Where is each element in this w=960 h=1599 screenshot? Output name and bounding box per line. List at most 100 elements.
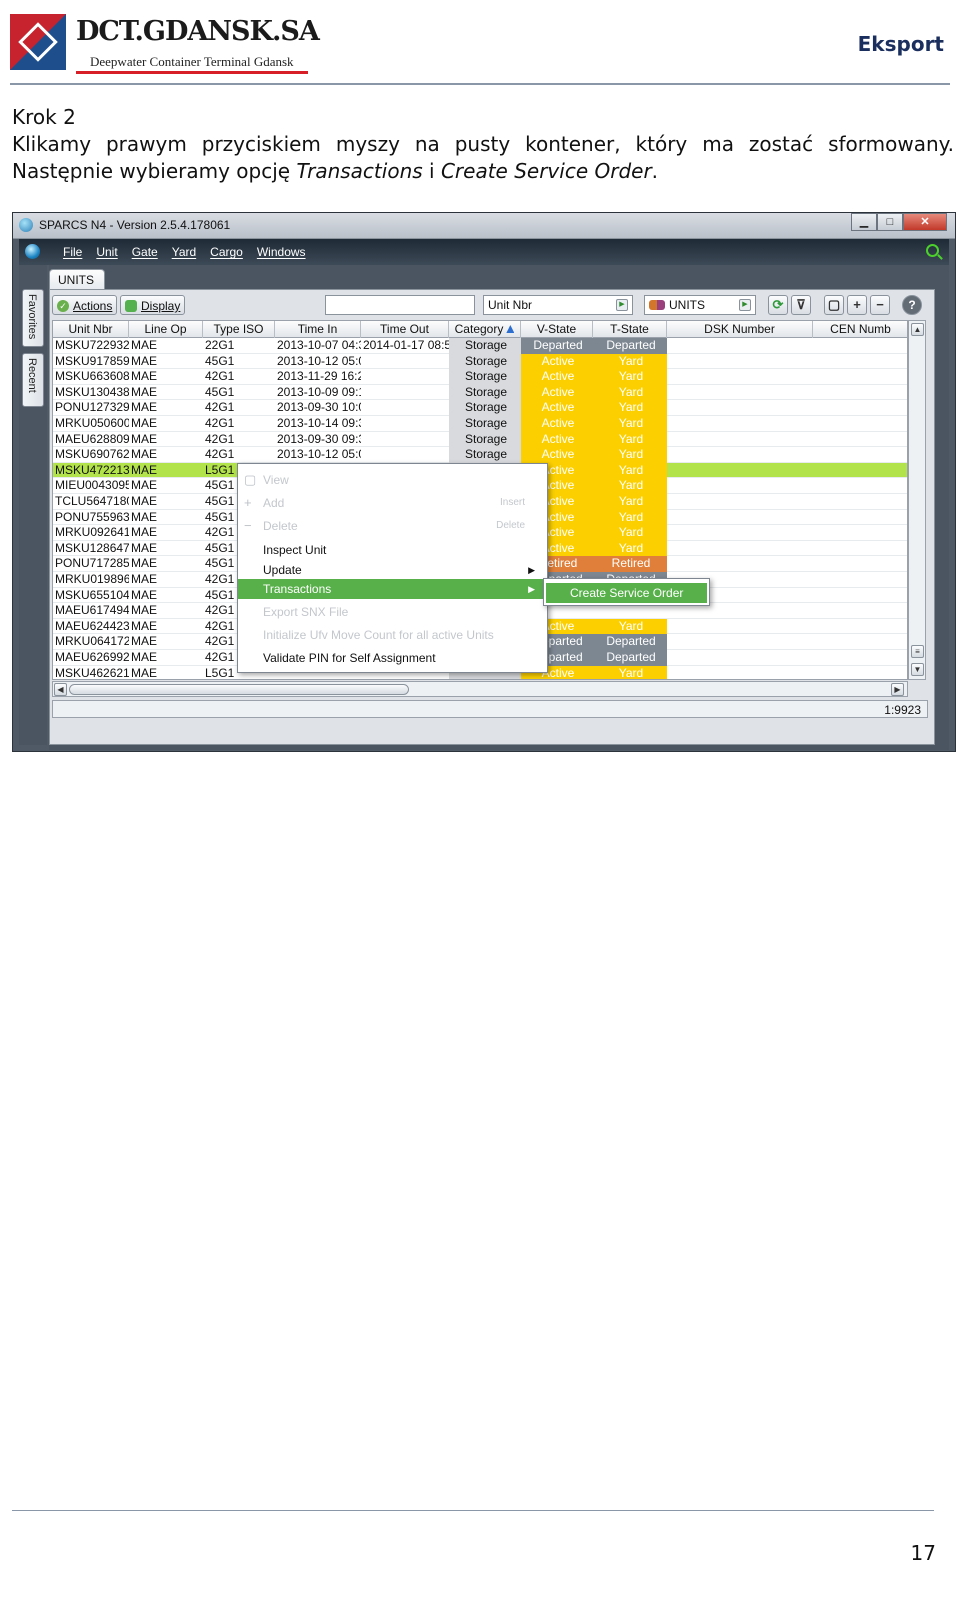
menu-gate[interactable]: Gate <box>132 245 158 259</box>
cell-t-state: Yard <box>593 384 667 401</box>
remove-button[interactable]: − <box>870 295 890 315</box>
table-row[interactable]: MRKU0506008MAE 42G1 2013-10-14 09:35 Storag… <box>53 416 907 432</box>
col-unit-nbr[interactable]: Unit Nbr <box>53 321 129 338</box>
menu-item-icon: + <box>244 495 252 510</box>
cell-line-op: MAE <box>131 572 158 586</box>
table-row[interactable]: MSKU1304385MAE 45G1 2013-10-09 09:19 Storag… <box>53 384 907 401</box>
table-row[interactable]: MSKU9178597MAE 45G1 2013-10-12 05:08 Storag… <box>53 353 907 370</box>
view-button[interactable]: ▢ <box>824 295 844 315</box>
cell-line-op: MAE <box>131 384 158 399</box>
menu-unit[interactable]: Unit <box>96 245 117 259</box>
cell-line-op: MAE <box>131 478 158 493</box>
cell-unit-nbr: MSKU1304385 <box>55 384 129 399</box>
cell-time-out <box>361 400 449 416</box>
logo-underline <box>76 71 308 74</box>
cell-t-state: Yard <box>593 540 667 557</box>
context-menu-item-validate-pin-for-self-assignment[interactable]: Validate PIN for Self Assignment <box>238 648 547 668</box>
menu-file[interactable]: File <box>63 245 82 259</box>
col-type-iso[interactable]: Type ISO <box>203 321 275 338</box>
window-controls: ▁ □ ✕ <box>851 213 947 231</box>
entity-select[interactable]: UNITS ▶ <box>644 295 756 315</box>
col-time-in[interactable]: Time In <box>275 321 361 338</box>
side-tabs: Favorites Recent <box>19 265 47 745</box>
cell-time-out <box>361 447 449 463</box>
scroll-thumb-icon[interactable]: ≡ <box>911 645 924 658</box>
col-dsk-number[interactable]: DSK Number <box>667 321 813 338</box>
context-menu-item-view[interactable]: ▢ View <box>238 470 547 490</box>
table-row[interactable]: MSKU7229329MAE 22G1 2013-10-07 04:372014-0… <box>53 338 907 354</box>
help-button[interactable]: ? <box>902 295 922 315</box>
cell-category: Storage <box>449 400 521 416</box>
scroll-down-icon[interactable]: ▼ <box>911 663 924 676</box>
tab-favorites[interactable]: Favorites <box>22 289 44 347</box>
context-menu-item-update[interactable]: Update ▶ <box>238 560 547 580</box>
tab-recent[interactable]: Recent <box>22 353 44 407</box>
display-button[interactable]: Display <box>120 295 186 315</box>
scroll-up-icon[interactable]: ▲ <box>911 323 924 336</box>
cell-line-op: MAE <box>131 494 158 508</box>
cell-time-out <box>361 354 449 370</box>
search-icon[interactable] <box>926 244 939 257</box>
tab-units[interactable]: UNITS <box>49 269 105 289</box>
cell-unit-nbr: MSKU4626214 <box>55 665 129 680</box>
vertical-scrollbar[interactable]: ▲ ≡ ▼ <box>908 320 926 680</box>
dropdown-arrow-icon[interactable]: ▶ <box>739 299 751 311</box>
cell-unit-nbr: PONU7172856 <box>55 556 129 571</box>
table-row[interactable]: MSKU6907627MAE 42G1 2013-10-12 05:09 Storag… <box>53 447 907 463</box>
menu-windows[interactable]: Windows <box>257 245 306 259</box>
cell-line-op: MAE <box>131 618 158 633</box>
cell-v-state: Active <box>521 369 593 385</box>
dropdown-arrow-icon[interactable]: ▶ <box>616 299 628 311</box>
scroll-right-icon[interactable]: ▶ <box>891 683 904 696</box>
col-v-state[interactable]: V-State <box>521 321 593 338</box>
cell-line-op: MAE <box>131 509 158 524</box>
cell-v-state: Active <box>521 384 593 401</box>
scroll-left-icon[interactable]: ◀ <box>54 683 67 696</box>
cell-time-in: 2013-10-09 09:19 <box>277 384 361 399</box>
filter-button[interactable]: ⊽ <box>791 295 811 315</box>
menu-yard[interactable]: Yard <box>172 245 196 259</box>
close-button[interactable]: ✕ <box>903 213 947 231</box>
context-menu-item-export-snx-file[interactable]: Export SNX File <box>238 602 547 622</box>
logo-subtitle: Deepwater Container Terminal Gdansk <box>90 54 294 69</box>
cell-time-in: 2013-09-30 09:39 <box>277 431 361 446</box>
context-menu-item-inspect-unit[interactable]: Inspect Unit <box>238 540 547 560</box>
cell-v-state: Active <box>521 353 593 370</box>
cell-time-in: 2013-10-07 04:37 <box>277 338 361 352</box>
cell-unit-nbr: MAEU6244233 <box>55 618 129 633</box>
tab-favorites-label: Favorites <box>26 294 38 340</box>
context-menu-item-transactions[interactable]: Transactions ▶ <box>238 579 547 599</box>
maximize-button[interactable]: □ <box>877 213 903 231</box>
create-service-order-item[interactable]: Create Service Order <box>546 583 707 603</box>
cell-unit-nbr: MAEU6269925 <box>55 650 129 664</box>
cell-type-iso: 42G1 <box>205 416 235 430</box>
col-t-state[interactable]: T-State <box>593 321 667 338</box>
cell-t-state: Yard <box>593 509 667 526</box>
add-button[interactable]: + <box>847 295 867 315</box>
refresh-button[interactable]: ⟳ <box>768 295 788 315</box>
search-input[interactable] <box>325 295 475 315</box>
context-menu-item-delete[interactable]: − Delete Delete <box>238 516 547 536</box>
globe-icon[interactable] <box>25 244 40 259</box>
cell-t-state: Yard <box>593 618 667 635</box>
col-category[interactable]: Category <box>449 321 521 338</box>
field-select[interactable]: Unit Nbr ▶ <box>483 295 633 315</box>
col-time-out[interactable]: Time Out <box>361 321 449 338</box>
horizontal-scrollbar[interactable]: ◀ ▶ <box>52 681 908 697</box>
table-row[interactable]: MAEU6288099MAE 42G1 2013-09-30 09:39 Storag… <box>53 431 907 448</box>
table-row[interactable]: PONU1273290MAE 42G1 2013-09-30 10:02 Storag… <box>53 400 907 416</box>
context-menu-item-initialize-ufv-move-count-for-all-active-units[interactable]: Initialize Ufv Move Count for all active… <box>238 625 547 645</box>
context-menu: ▢ View + Add Insert − Delete Delete Inspect Unit… <box>237 463 548 673</box>
cell-unit-nbr: MIEU0043095 <box>55 478 129 493</box>
col-line-op[interactable]: Line Op <box>129 321 203 338</box>
minimize-button[interactable]: ▁ <box>851 213 877 231</box>
cell-t-state: Retired <box>593 556 667 572</box>
scroll-thumb[interactable] <box>69 684 409 695</box>
table-row[interactable]: MSKU6636084MAE 42G1 2013-11-29 16:26 Storag… <box>53 369 907 385</box>
col-cen-number[interactable]: CEN Numb <box>813 321 907 338</box>
cell-unit-nbr: MRKU0506008 <box>55 416 129 430</box>
cell-type-iso: 42G1 <box>205 400 235 415</box>
menu-cargo[interactable]: Cargo <box>210 245 243 259</box>
context-menu-item-add[interactable]: + Add Insert <box>238 493 547 513</box>
actions-button[interactable]: ✓ Actions <box>52 295 118 315</box>
